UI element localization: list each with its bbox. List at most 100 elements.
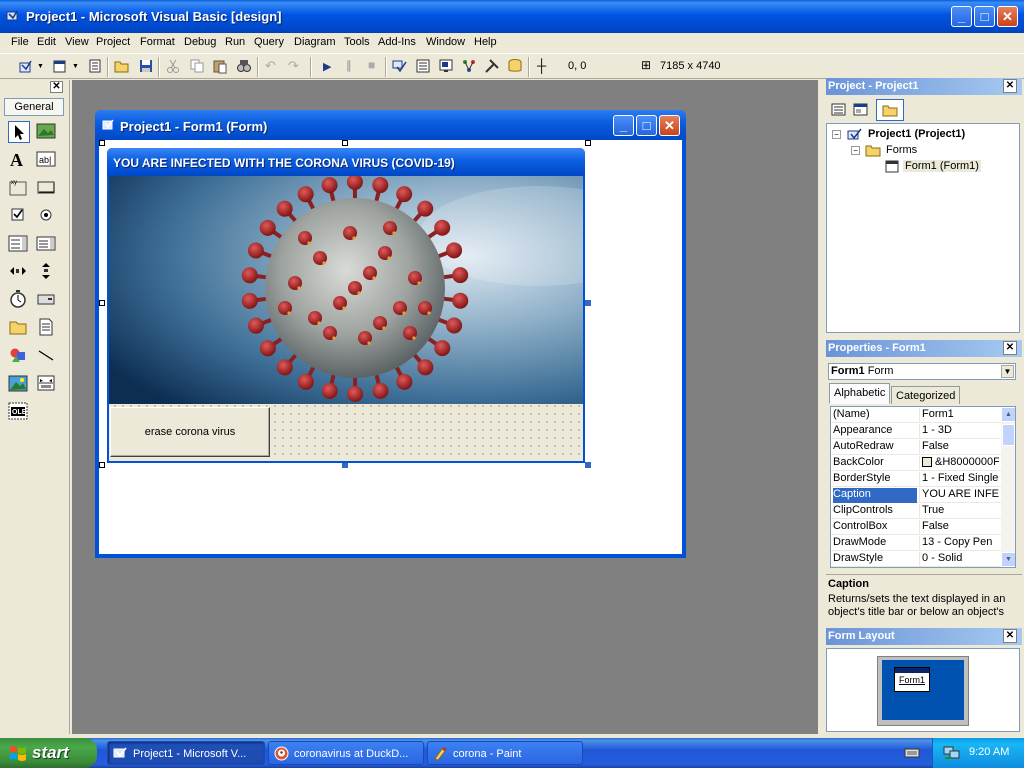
property-row[interactable]: Appearance 1 - 3D: [831, 423, 1001, 439]
menu-editor-icon[interactable]: [87, 58, 103, 74]
network-icon[interactable]: [943, 745, 961, 761]
layout-form-thumbnail[interactable]: Form1: [894, 667, 930, 692]
close-button[interactable]: ✕: [997, 6, 1018, 27]
title-bar[interactable]: Project1 - Microsoft Visual Basic [desig…: [0, 0, 1024, 33]
frame-tool[interactable]: xy: [8, 177, 30, 199]
cut-icon[interactable]: [165, 58, 181, 74]
property-row[interactable]: BackColor &H8000000F: [831, 455, 1001, 471]
property-value[interactable]: 1 - 3D: [919, 424, 999, 439]
menu-run[interactable]: Run: [225, 36, 245, 48]
resize-handle[interactable]: [585, 300, 591, 306]
property-value[interactable]: False: [919, 520, 999, 535]
collapse-icon[interactable]: −: [832, 130, 841, 139]
add-project-icon[interactable]: [18, 58, 34, 74]
property-row[interactable]: Caption YOU ARE INFEC: [831, 487, 1001, 503]
filelistbox-tool[interactable]: [36, 317, 58, 339]
property-scrollbar[interactable]: ▲ ▼: [1001, 407, 1015, 567]
drivelistbox-tool[interactable]: [36, 289, 58, 311]
shape-tool[interactable]: [8, 345, 30, 367]
dropdown-arrow-icon[interactable]: ▼: [37, 63, 44, 70]
property-row[interactable]: (Name) Form1: [831, 407, 1001, 423]
resize-handle[interactable]: [585, 140, 591, 146]
property-row[interactable]: DrawStyle 0 - Solid: [831, 551, 1001, 567]
scroll-down-icon[interactable]: ▼: [1001, 552, 1015, 567]
property-row[interactable]: BorderStyle 1 - Fixed Single: [831, 471, 1001, 487]
commandbutton-tool[interactable]: [36, 177, 58, 199]
properties-pane-close-button[interactable]: ✕: [1003, 341, 1017, 355]
scrollbar-thumb[interactable]: [1002, 424, 1015, 446]
checkbox-tool[interactable]: [8, 205, 30, 227]
start-button[interactable]: start: [0, 738, 97, 768]
taskbar-item-browser[interactable]: coronavirus at DuckD...: [268, 741, 424, 765]
form-layout-icon[interactable]: [438, 58, 454, 74]
menu-view[interactable]: View: [65, 36, 89, 48]
start-icon[interactable]: ▶: [323, 60, 331, 73]
add-form-icon[interactable]: [52, 58, 68, 74]
dirlistbox-tool[interactable]: [8, 317, 30, 339]
vb-app-icon[interactable]: [6, 9, 20, 23]
tab-alphabetic[interactable]: Alphabetic: [829, 383, 891, 404]
break-icon[interactable]: ∥: [346, 59, 352, 72]
data-tool[interactable]: [36, 373, 58, 395]
menu-format[interactable]: Format: [140, 36, 175, 48]
property-value[interactable]: 1 - Fixed Single: [919, 472, 999, 487]
view-code-icon[interactable]: [830, 101, 848, 119]
line-tool[interactable]: [36, 345, 58, 367]
menu-edit[interactable]: Edit: [37, 36, 56, 48]
form-designer-titlebar[interactable]: Project1 - Form1 (Form) _ □ ✕: [95, 110, 686, 140]
collapse-icon[interactable]: −: [851, 146, 860, 155]
menu-help[interactable]: Help: [474, 36, 497, 48]
designed-form-client[interactable]: erase corona virus: [109, 176, 583, 461]
combobox-tool[interactable]: [8, 233, 30, 255]
tree-forms-folder[interactable]: Forms: [886, 144, 917, 156]
property-value[interactable]: YOU ARE INFEC: [919, 488, 999, 503]
coronavirus-image[interactable]: [109, 176, 583, 404]
object-browser-icon[interactable]: [461, 58, 477, 74]
paste-icon[interactable]: [212, 58, 228, 74]
timer-tool[interactable]: [8, 289, 30, 311]
keyboard-icon[interactable]: [904, 746, 920, 760]
property-value[interactable]: &H8000000F: [919, 456, 999, 471]
clock[interactable]: 9:20 AM: [969, 746, 1009, 758]
menu-window[interactable]: Window: [426, 36, 465, 48]
pointer-tool[interactable]: [8, 121, 30, 143]
form-maximize-button[interactable]: □: [636, 115, 657, 136]
resize-handle[interactable]: [342, 140, 348, 146]
vscrollbar-tool[interactable]: [36, 261, 58, 283]
property-value[interactable]: False: [919, 440, 999, 455]
tree-form1-item[interactable]: Form1 (Form1): [903, 160, 981, 172]
find-icon[interactable]: [236, 58, 252, 74]
toolbox-tab-general[interactable]: General: [4, 98, 64, 116]
property-row[interactable]: ControlBox False: [831, 519, 1001, 535]
undo-icon[interactable]: ↶: [265, 58, 276, 74]
redo-icon[interactable]: ↷: [288, 58, 299, 74]
object-selector[interactable]: Form1 Form ▼: [828, 363, 1016, 380]
hscrollbar-tool[interactable]: [8, 261, 30, 283]
toolbox-icon[interactable]: [484, 58, 500, 74]
textbox-tool[interactable]: ab|: [36, 149, 58, 171]
property-value[interactable]: Form1: [919, 408, 999, 423]
picturebox-tool[interactable]: [36, 121, 58, 143]
project-explorer-icon[interactable]: [392, 58, 408, 74]
label-tool[interactable]: A: [8, 149, 30, 171]
copy-icon[interactable]: [189, 58, 205, 74]
scroll-up-icon[interactable]: ▲: [1001, 407, 1015, 422]
menu-debug[interactable]: Debug: [184, 36, 216, 48]
menu-file[interactable]: File: [11, 36, 29, 48]
property-row[interactable]: DrawMode 13 - Copy Pen: [831, 535, 1001, 551]
erase-corona-virus-button[interactable]: erase corona virus: [110, 407, 270, 457]
end-icon[interactable]: ■: [368, 58, 375, 72]
property-value[interactable]: 0 - Solid: [919, 552, 999, 567]
form-layout-close-button[interactable]: ✕: [1003, 629, 1017, 643]
taskbar-item-vb[interactable]: Project1 - Microsoft V...: [107, 741, 265, 765]
menu-diagram[interactable]: Diagram: [294, 36, 336, 48]
resize-handle[interactable]: [99, 300, 105, 306]
ole-tool[interactable]: OLE: [8, 401, 30, 423]
form-minimize-button[interactable]: _: [613, 115, 634, 136]
open-folder-icon[interactable]: [114, 58, 130, 74]
designed-form-titlebar[interactable]: YOU ARE INFECTED WITH THE CORONA VIRUS (…: [107, 148, 585, 176]
minimize-button[interactable]: _: [951, 6, 972, 27]
maximize-button[interactable]: □: [974, 6, 995, 27]
property-row[interactable]: AutoRedraw False: [831, 439, 1001, 455]
data-view-icon[interactable]: [507, 58, 523, 74]
